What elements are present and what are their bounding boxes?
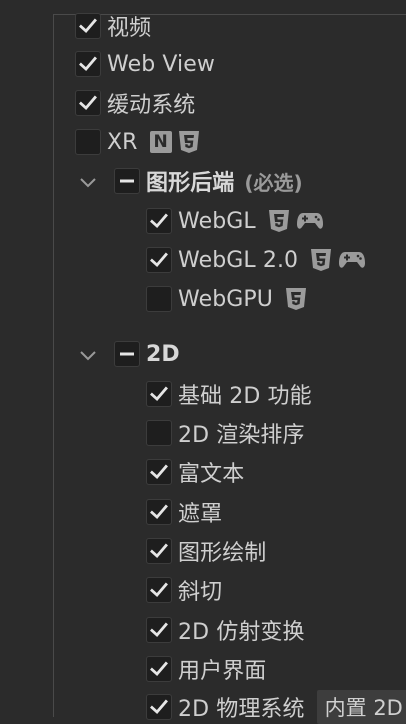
check-icon — [150, 661, 168, 677]
mask-label: 遮罩 — [178, 502, 223, 527]
native-icon: N — [149, 131, 172, 153]
skew-label: 斜切 — [178, 580, 223, 605]
html5-icon — [178, 131, 199, 153]
module-webgl[interactable]: WebGL — [146, 207, 324, 235]
graphics-group-checkbox[interactable] — [114, 168, 140, 194]
required-note: (必选) — [244, 170, 303, 195]
graphics-label: 图形绘制 — [178, 541, 267, 566]
check-icon — [150, 582, 168, 598]
module-ui[interactable]: 用户界面 — [146, 655, 267, 684]
skew-checkbox[interactable] — [146, 577, 172, 603]
module-video[interactable]: 视频 — [75, 12, 152, 41]
module-tween[interactable]: 缓动系统 — [75, 89, 196, 118]
mask-checkbox[interactable] — [146, 499, 172, 525]
group-graphics-backend[interactable]: 图形后端 (必选) — [114, 167, 303, 196]
xr-label: XR — [107, 129, 138, 155]
sort2d-label: 2D 渲染排序 — [178, 423, 305, 448]
check-icon — [150, 252, 168, 268]
basic2d-checkbox[interactable] — [146, 381, 172, 407]
sort2d-checkbox[interactable] — [146, 420, 172, 446]
tween-label: 缓动系统 — [107, 93, 196, 118]
group-2d-checkbox[interactable] — [114, 341, 140, 367]
module-webview[interactable]: Web View — [75, 50, 215, 78]
webgl-label: WebGL — [178, 208, 256, 234]
check-icon — [150, 699, 168, 715]
html5-icon — [311, 249, 332, 271]
check-icon — [150, 543, 168, 559]
check-icon — [150, 622, 168, 638]
group-2d[interactable]: 2D — [114, 340, 180, 368]
module-webgl2[interactable]: WebGL 2.0 — [146, 246, 366, 274]
graphics-checkbox[interactable] — [146, 538, 172, 564]
gamepad-icon — [339, 252, 366, 268]
module-skew[interactable]: 斜切 — [146, 576, 223, 605]
check-icon — [150, 386, 168, 402]
webview-label: Web View — [107, 51, 215, 77]
tween-checkbox[interactable] — [75, 90, 101, 116]
richtext-checkbox[interactable] — [146, 459, 172, 485]
group-2d-label: 2D — [146, 341, 180, 367]
video-label: 视频 — [107, 16, 152, 41]
module-richtext[interactable]: 富文本 — [146, 458, 245, 487]
check-icon — [79, 95, 97, 111]
webgl2-checkbox[interactable] — [146, 247, 172, 273]
xr-checkbox[interactable] — [75, 129, 101, 155]
html5-icon — [285, 288, 306, 310]
chevron-down-icon[interactable] — [78, 345, 98, 365]
check-icon — [150, 464, 168, 480]
graphics-group-label: 图形后端 — [146, 171, 235, 196]
richtext-label: 富文本 — [178, 462, 245, 487]
webgl-checkbox[interactable] — [146, 208, 172, 234]
module-affine[interactable]: 2D 仿射变换 — [146, 616, 305, 645]
physics2d-checkbox[interactable] — [146, 694, 172, 720]
webview-checkbox[interactable] — [75, 51, 101, 77]
ui-checkbox[interactable] — [146, 656, 172, 682]
chevron-down-icon[interactable] — [78, 172, 98, 192]
ui-label: 用户界面 — [178, 659, 267, 684]
module-sort2d[interactable]: 2D 渲染排序 — [146, 419, 305, 448]
module-mask[interactable]: 遮罩 — [146, 498, 223, 527]
html5-icon — [268, 210, 289, 232]
physics2d-label: 2D 物理系统 — [178, 697, 305, 722]
module-xr[interactable]: XR N — [75, 128, 200, 156]
module-basic2d[interactable]: 基础 2D 功能 — [146, 380, 312, 409]
webgpu-checkbox[interactable] — [146, 286, 172, 312]
physics-backend-select[interactable]: 内置 2D — [316, 690, 406, 724]
check-icon — [150, 504, 168, 520]
affine-label: 2D 仿射变换 — [178, 620, 305, 645]
video-checkbox[interactable] — [75, 13, 101, 39]
tree-guide-line — [53, 14, 54, 717]
indeterminate-icon — [120, 179, 134, 183]
webgl2-label: WebGL 2.0 — [178, 247, 299, 273]
basic2d-label: 基础 2D 功能 — [178, 384, 312, 409]
check-icon — [79, 56, 97, 72]
check-icon — [150, 213, 168, 229]
check-icon — [79, 18, 97, 34]
module-webgpu[interactable]: WebGPU — [146, 285, 307, 313]
indeterminate-icon — [120, 352, 134, 356]
module-graphics[interactable]: 图形绘制 — [146, 537, 267, 566]
affine-checkbox[interactable] — [146, 617, 172, 643]
webgpu-label: WebGPU — [178, 286, 273, 312]
gamepad-icon — [296, 213, 323, 229]
